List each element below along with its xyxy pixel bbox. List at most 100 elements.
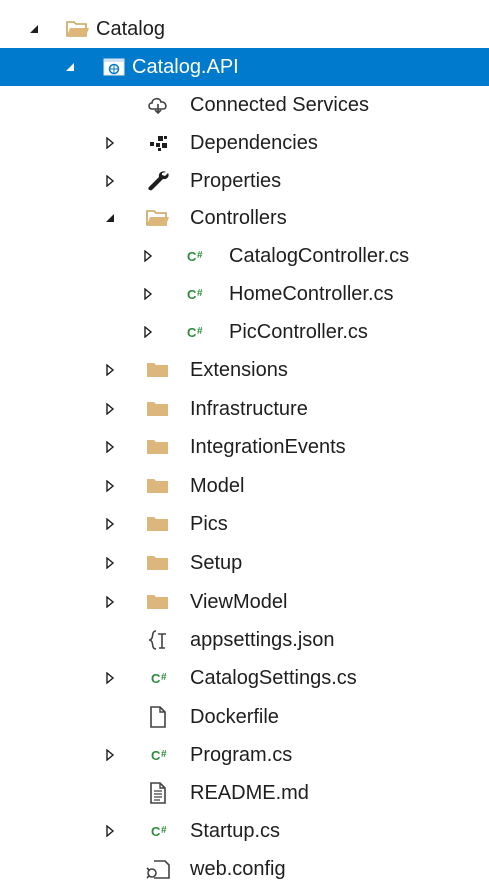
tree-item-startup-cs[interactable]: C # Startup.cs [0,812,489,850]
tree-item-catalogsettings-cs[interactable]: C # CatalogSettings.cs [0,659,489,697]
tree-item-program-cs[interactable]: C # Program.cs [0,736,489,774]
tree-item-model[interactable]: Model [0,467,489,505]
tree-item-label: ViewModel [190,591,288,613]
csharp-file-icon: C # [148,812,176,850]
json-file-icon [144,621,172,659]
tree-item-label: Catalog.API [132,56,239,78]
svg-text:#: # [161,749,167,760]
tree-item-label: web.config [190,858,286,880]
svg-text:#: # [197,250,203,261]
tree-item-label: IntegrationEvents [190,436,346,458]
expanded-arrow-icon[interactable] [62,48,78,86]
config-file-icon [144,850,172,888]
web-project-icon [100,48,128,86]
file-icon [144,698,172,736]
tree-item-label: Dockerfile [190,706,279,728]
tree-item-label: README.md [190,782,309,804]
folder-icon [144,390,172,428]
svg-text:C: C [187,325,197,340]
csharp-file-icon: C # [184,237,212,275]
collapsed-arrow-icon[interactable] [140,237,156,275]
tree-item-properties[interactable]: Properties [0,162,489,200]
collapsed-arrow-icon[interactable] [102,544,118,582]
tree-item-setup[interactable]: Setup [0,544,489,582]
folder-icon [144,467,172,505]
svg-text:#: # [197,288,203,299]
collapsed-arrow-icon[interactable] [102,583,118,621]
folder-open-icon [144,199,172,237]
folder-icon [144,428,172,466]
collapsed-arrow-icon[interactable] [102,467,118,505]
tree-item-label: Startup.cs [190,820,281,842]
tree-item-pics[interactable]: Pics [0,505,489,543]
collapsed-arrow-icon[interactable] [102,505,118,543]
tree-item-label: CatalogController.cs [229,245,410,267]
connected-services-icon [144,86,172,124]
tree-item-label: Extensions [190,359,288,381]
folder-icon [144,505,172,543]
collapsed-arrow-icon[interactable] [102,659,118,697]
tree-item-controllers[interactable]: Controllers [0,199,489,237]
folder-icon [144,351,172,389]
svg-text:C: C [151,671,161,686]
tree-item-appsettings-json[interactable]: appsettings.json [0,621,489,659]
text-file-icon [144,774,172,812]
collapsed-arrow-icon[interactable] [102,428,118,466]
svg-text:#: # [161,825,167,836]
collapsed-arrow-icon[interactable] [102,390,118,428]
expanded-arrow-icon[interactable] [102,199,118,237]
svg-text:C: C [187,287,197,302]
tree-item-label: appsettings.json [190,629,335,651]
svg-text:C: C [151,748,161,763]
collapsed-arrow-icon[interactable] [102,812,118,850]
svg-text:#: # [161,672,167,683]
tree-item-web-config[interactable]: web.config [0,850,489,888]
tree-item-label: Dependencies [190,132,318,154]
collapsed-arrow-icon[interactable] [102,351,118,389]
solution-explorer-tree: Catalog Catalog.API Connected Services D… [0,0,489,886]
tree-item-dockerfile[interactable]: Dockerfile [0,698,489,736]
tree-item-label: Program.cs [190,744,293,766]
svg-text:C: C [151,824,161,839]
collapsed-arrow-icon[interactable] [140,275,156,313]
tree-item-extensions[interactable]: Extensions [0,351,489,389]
csharp-file-icon: C # [184,275,212,313]
tree-item-catalog[interactable]: Catalog [0,10,489,48]
tree-item-readme-md[interactable]: README.md [0,774,489,812]
collapsed-arrow-icon[interactable] [102,162,118,200]
csharp-file-icon: C # [148,736,176,774]
tree-item-piccontroller-cs[interactable]: C # PicController.cs [0,313,489,351]
expanded-arrow-icon[interactable] [26,10,42,48]
collapsed-arrow-icon[interactable] [102,736,118,774]
tree-item-label: PicController.cs [229,321,368,343]
tree-item-label: Setup [190,552,243,574]
tree-item-label: Connected Services [190,94,369,116]
collapsed-arrow-icon[interactable] [140,313,156,351]
folder-open-icon [64,10,92,48]
tree-item-homecontroller-cs[interactable]: C # HomeController.cs [0,275,489,313]
tree-item-integrationevents[interactable]: IntegrationEvents [0,428,489,466]
tree-item-label: Controllers [190,207,287,229]
csharp-file-icon: C # [148,659,176,697]
wrench-icon [144,162,172,200]
folder-icon [144,583,172,621]
tree-item-catalogcontroller-cs[interactable]: C # CatalogController.cs [0,237,489,275]
dependencies-icon [144,124,172,162]
tree-item-dependencies[interactable]: Dependencies [0,124,489,162]
csharp-file-icon: C # [184,313,212,351]
tree-item-catalog-api[interactable]: Catalog.API [0,48,489,86]
tree-item-label: Infrastructure [190,398,308,420]
svg-text:#: # [197,326,203,337]
tree-item-label: Catalog [96,18,165,40]
tree-item-label: Properties [190,170,282,192]
tree-item-label: Model [190,475,245,497]
tree-item-viewmodel[interactable]: ViewModel [0,583,489,621]
collapsed-arrow-icon[interactable] [102,124,118,162]
tree-item-label: HomeController.cs [229,283,394,305]
tree-item-connected-services[interactable]: Connected Services [0,86,489,124]
tree-item-label: CatalogSettings.cs [190,667,357,689]
tree-item-label: Pics [190,513,228,535]
svg-text:C: C [187,249,197,264]
folder-icon [144,544,172,582]
tree-item-infrastructure[interactable]: Infrastructure [0,390,489,428]
